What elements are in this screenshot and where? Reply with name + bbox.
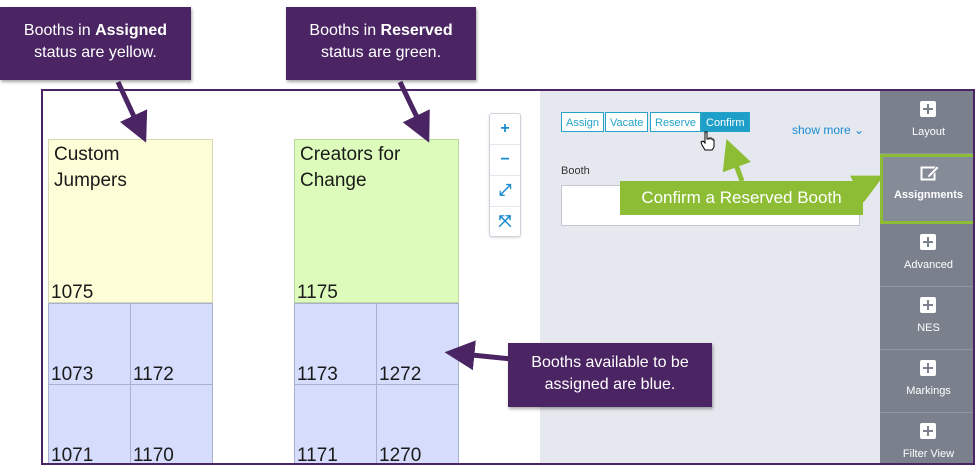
reserved-arrow bbox=[397, 80, 430, 143]
assigned-arrow bbox=[115, 80, 148, 143]
assignments-arrow bbox=[850, 175, 884, 203]
assigned-callout: Booths in Assigned status are yellow. bbox=[0, 7, 191, 80]
available-arrow bbox=[444, 340, 513, 371]
confirm-arrow bbox=[722, 138, 751, 182]
reserved-callout: Booths in Reserved status are green. bbox=[286, 7, 476, 80]
available-callout: Booths available to be assigned are blue. bbox=[508, 343, 712, 407]
confirm-callout: Confirm a Reserved Booth bbox=[620, 181, 863, 215]
